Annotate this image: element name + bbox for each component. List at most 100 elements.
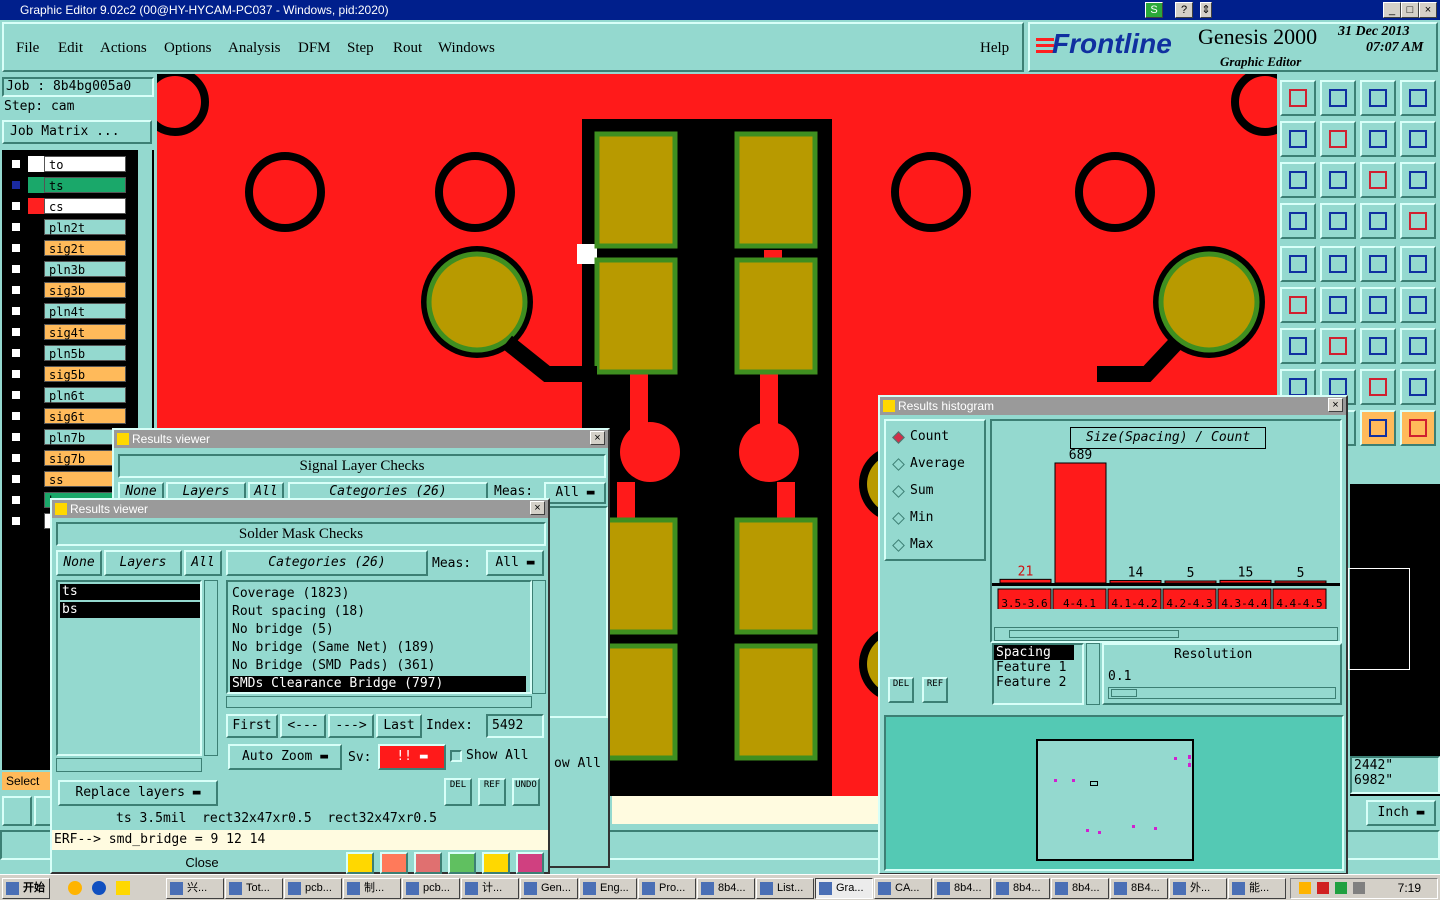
eraser-icon[interactable]	[1320, 246, 1356, 282]
layer-checkbox[interactable]	[10, 242, 22, 254]
taskbar-item[interactable]: 制...	[343, 878, 401, 899]
histogram-bar[interactable]	[1054, 462, 1107, 584]
mark-icon[interactable]	[380, 852, 408, 874]
taskbar-item[interactable]: 8B4...	[1110, 878, 1168, 899]
filter-icon[interactable]	[346, 852, 374, 874]
histogram-hscrollbar[interactable]	[994, 627, 1338, 641]
measure-icon[interactable]	[1360, 369, 1396, 405]
center-icon[interactable]	[1320, 162, 1356, 198]
category-item[interactable]: No bridge (5)	[230, 622, 526, 638]
mode-radio[interactable]: Max	[892, 537, 933, 555]
first-button[interactable]: First	[226, 714, 278, 738]
layer-name[interactable]: pln5b	[44, 345, 126, 361]
layer-name[interactable]: sig4t	[44, 324, 126, 340]
layer-checkbox[interactable]	[10, 179, 22, 191]
step-icon[interactable]	[448, 852, 476, 874]
prev-button[interactable]: <---	[280, 714, 326, 738]
layers-button[interactable]: Layers	[104, 550, 182, 576]
fit-icon[interactable]	[1280, 162, 1316, 198]
layer-name[interactable]: sig6t	[44, 408, 126, 424]
redo-icon[interactable]	[1400, 121, 1436, 157]
histogram-bar[interactable]	[1164, 580, 1217, 584]
fill-icon[interactable]	[1280, 246, 1316, 282]
category-scrollbar[interactable]	[532, 580, 546, 694]
minimize-button[interactable]: _	[1383, 2, 1401, 18]
histogram-bar[interactable]	[1219, 579, 1272, 584]
home-icon[interactable]	[1280, 80, 1316, 116]
menu-dfm[interactable]: DFM	[298, 40, 331, 57]
layer-row[interactable]: sig3b	[8, 282, 126, 298]
taskbar-item[interactable]: CA...	[874, 878, 932, 899]
layer-name[interactable]: pln6t	[44, 387, 126, 403]
layer-result-list[interactable]: ts bs	[56, 580, 202, 756]
app-tray-icon[interactable]: S	[1145, 2, 1163, 18]
pointer-icon[interactable]	[1360, 410, 1396, 446]
layer-checkbox[interactable]	[10, 452, 22, 464]
clock-icon[interactable]	[68, 881, 82, 895]
auto-zoom-select[interactable]: Auto Zoom ▬	[228, 744, 342, 770]
layer-row[interactable]: sig4t	[8, 324, 126, 340]
next-button[interactable]: --->	[328, 714, 374, 738]
layer-row[interactable]: sig7b	[8, 450, 126, 466]
categories-button[interactable]: Categories (26)	[226, 550, 428, 576]
layer-checkbox[interactable]	[10, 305, 22, 317]
resolution-slider[interactable]	[1108, 687, 1336, 699]
layer-name[interactable]: pln4t	[44, 303, 126, 319]
menu-analysis[interactable]: Analysis	[228, 40, 281, 57]
undo-button[interactable]: UNDO	[512, 778, 540, 806]
ie-icon[interactable]	[92, 881, 106, 895]
list-item[interactable]: ts	[60, 584, 200, 600]
layer-name[interactable]: pln3b	[44, 261, 126, 277]
arrow-icon[interactable]	[1400, 287, 1436, 323]
menu-edit[interactable]: Edit	[58, 40, 83, 57]
circle-icon[interactable]	[1400, 246, 1436, 282]
list-item[interactable]: Feature 2	[994, 675, 1082, 690]
list-item[interactable]: Spacing	[994, 645, 1074, 660]
ref-button[interactable]: REF	[922, 677, 948, 703]
menu-options[interactable]: Options	[164, 40, 212, 57]
line-icon[interactable]	[1360, 287, 1396, 323]
taskbar-item[interactable]: List...	[756, 878, 814, 899]
slider-thumb[interactable]	[1111, 689, 1137, 697]
close-icon[interactable]: ×	[590, 431, 605, 445]
menu-windows[interactable]: Windows	[438, 40, 495, 57]
taskbar-item[interactable]: Pro...	[638, 878, 696, 899]
ref-button[interactable]: REF	[478, 778, 506, 806]
hscrollbar-thumb[interactable]	[1009, 630, 1179, 638]
start-button[interactable]: 开始	[2, 878, 50, 899]
layer-checkbox[interactable]	[10, 200, 22, 212]
menu-rout[interactable]: Rout	[393, 40, 422, 57]
layer-checkbox[interactable]	[10, 284, 22, 296]
layer-checkbox[interactable]	[10, 263, 22, 275]
zoom-tool-icon[interactable]	[2, 796, 32, 826]
layer-name[interactable]: sig5b	[44, 366, 126, 382]
taskbar-item[interactable]: 8b4...	[992, 878, 1050, 899]
meas-select[interactable]: All ▬	[544, 482, 606, 504]
taskbar-item[interactable]: 8b4...	[1051, 878, 1109, 899]
layer-row[interactable]: pln6t	[8, 387, 126, 403]
maximize-button[interactable]: □	[1401, 2, 1419, 18]
save-icon[interactable]	[1320, 80, 1356, 116]
param-list[interactable]: Spacing Feature 1 Feature 2	[992, 643, 1084, 705]
layer-row[interactable]: pln3b	[8, 261, 126, 277]
layer-checkbox[interactable]	[10, 221, 22, 233]
close-icon[interactable]: ×	[1328, 398, 1343, 412]
layer-row[interactable]: sig2t	[8, 240, 126, 256]
category-item[interactable]: Rout spacing (18)	[230, 604, 526, 620]
meas-select[interactable]: All ▬	[486, 550, 544, 576]
close-button[interactable]: ×	[1419, 2, 1437, 18]
layer-name[interactable]: sig3b	[44, 282, 126, 298]
taskbar-item[interactable]: pcb...	[402, 878, 460, 899]
histogram-bar[interactable]	[999, 578, 1052, 584]
shapes-icon[interactable]	[1400, 369, 1436, 405]
layer-list-hscrollbar[interactable]	[56, 758, 202, 772]
list-item[interactable]: bs	[60, 602, 200, 618]
taskbar-item[interactable]: Tot...	[225, 878, 283, 899]
mode-radio[interactable]: Sum	[892, 483, 933, 501]
category-hscrollbar[interactable]	[226, 696, 532, 708]
layer-row[interactable]: ss	[8, 471, 126, 487]
layer-checkbox[interactable]	[10, 368, 22, 380]
house-icon[interactable]	[1360, 80, 1396, 116]
histogram-bar[interactable]	[1109, 580, 1162, 584]
snap-icon[interactable]	[1360, 203, 1396, 239]
